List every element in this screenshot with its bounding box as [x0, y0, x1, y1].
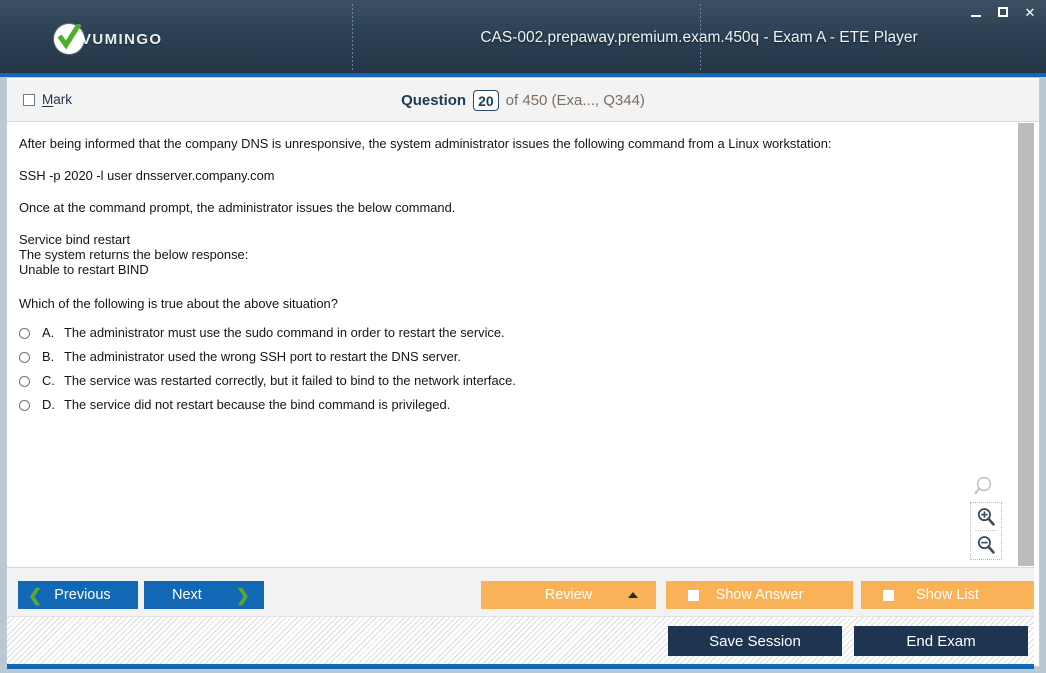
option-text-b: The administrator used the wrong SSH por…	[64, 349, 461, 364]
footer-accent-rule	[7, 664, 1034, 669]
title-bar: VUMINGO CAS-002.prepaway.premium.exam.45…	[0, 0, 1046, 76]
option-letter-d: D.	[42, 397, 55, 412]
option-text-a: The administrator must use the sudo comm…	[64, 325, 505, 340]
question-prompt: Which of the following is true about the…	[19, 296, 338, 311]
end-exam-button-label: End Exam	[906, 632, 976, 650]
navigation-button-bar: ❮ Previous Next ❯ Review Show Answer Sho…	[7, 567, 1034, 616]
ete-player-window: VUMINGO CAS-002.prepaway.premium.exam.45…	[0, 0, 1046, 673]
next-button-label: Next	[172, 587, 202, 603]
caret-up-icon	[628, 592, 638, 598]
answer-option-d[interactable]: D. The service did not restart because t…	[19, 397, 979, 421]
question-total-label: of 450 (Exa..., Q344)	[505, 92, 645, 109]
question-word: Question	[401, 92, 467, 109]
zoom-out-icon[interactable]	[976, 535, 996, 555]
radio-a[interactable]	[19, 328, 30, 339]
question-content: After being informed that the company DN…	[7, 123, 1017, 566]
question-command-1: SSH -p 2020 -l user dnsserver.company.co…	[19, 168, 275, 183]
magnifier-icon[interactable]	[974, 475, 998, 499]
save-session-button-label: Save Session	[709, 632, 801, 650]
brand-logo: VUMINGO	[54, 24, 162, 54]
zoom-controls-panel	[970, 502, 1002, 560]
option-letter-c: C.	[42, 373, 55, 388]
minimize-icon[interactable]	[968, 4, 984, 20]
zoom-in-icon[interactable]	[976, 507, 996, 527]
previous-button[interactable]: ❮ Previous	[18, 581, 138, 609]
radio-b[interactable]	[19, 352, 30, 363]
radio-d[interactable]	[19, 400, 30, 411]
show-list-button-label: Show List	[916, 587, 979, 603]
show-answer-button-label: Show Answer	[715, 587, 804, 603]
show-answer-button[interactable]: Show Answer	[666, 581, 853, 609]
answer-option-c[interactable]: C. The service was restarted correctly, …	[19, 373, 979, 397]
footer-bar: Save Session End Exam	[7, 616, 1034, 666]
option-text-c: The service was restarted correctly, but…	[64, 373, 516, 388]
maximize-icon[interactable]	[995, 4, 1011, 20]
close-icon[interactable]: ✕	[1022, 4, 1038, 20]
answer-option-b[interactable]: B. The administrator used the wrong SSH …	[19, 349, 979, 373]
chevron-right-icon: ❯	[235, 585, 250, 605]
answer-options: A. The administrator must use the sudo c…	[19, 325, 979, 421]
question-paragraph-1: After being informed that the company DN…	[19, 136, 832, 151]
answer-option-a[interactable]: A. The administrator must use the sudo c…	[19, 325, 979, 349]
review-button[interactable]: Review	[481, 581, 656, 609]
question-header-bar: Mark Question 20 of 450 (Exa..., Q344)	[7, 79, 1039, 122]
option-letter-a: A.	[42, 325, 55, 340]
zoom-panel-divider	[975, 530, 997, 532]
window-controls: ✕	[968, 4, 1038, 20]
end-exam-button[interactable]: End Exam	[854, 626, 1028, 656]
question-counter: Question 20 of 450 (Exa..., Q344)	[7, 90, 1039, 111]
content-scrollbar[interactable]	[1017, 123, 1034, 566]
previous-button-label: Previous	[54, 587, 111, 603]
show-list-button[interactable]: Show List	[861, 581, 1034, 609]
next-button[interactable]: Next ❯	[144, 581, 264, 609]
chevron-left-icon: ❮	[28, 585, 43, 605]
save-session-button[interactable]: Save Session	[668, 626, 842, 656]
radio-c[interactable]	[19, 376, 30, 387]
square-icon-list	[883, 589, 894, 601]
brand-name: VUMINGO	[81, 30, 163, 48]
square-icon-answer	[688, 589, 699, 601]
question-number-input[interactable]: 20	[473, 90, 499, 111]
check-circle-logo-icon	[54, 24, 84, 54]
option-text-d: The service did not restart because the …	[64, 397, 451, 412]
question-response-block: Service bind restart The system returns …	[19, 232, 249, 277]
question-paragraph-2: Once at the command prompt, the administ…	[19, 200, 456, 215]
option-letter-b: B.	[42, 349, 55, 364]
titlebar-accent-rule	[0, 73, 1046, 77]
review-button-label: Review	[544, 587, 593, 603]
window-title: CAS-002.prepaway.premium.exam.450q - Exa…	[480, 29, 918, 46]
